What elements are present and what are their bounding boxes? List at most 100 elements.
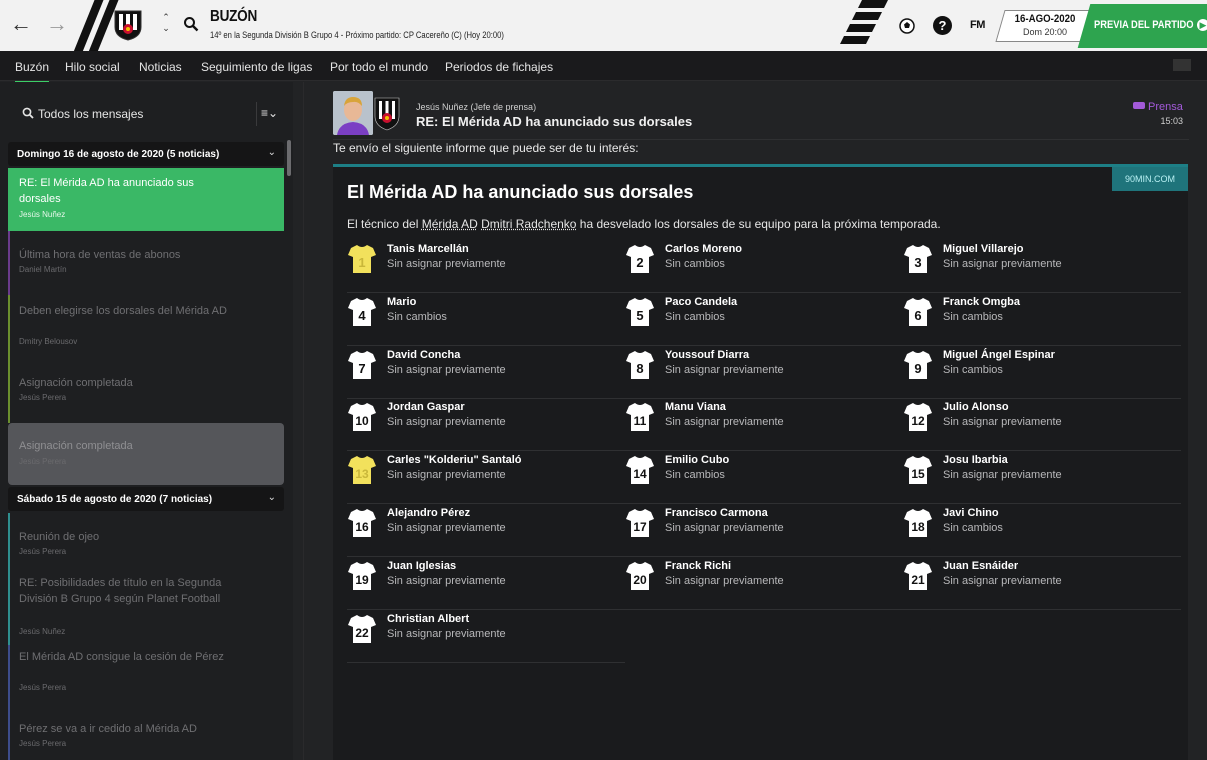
squad-number-entry[interactable]: 4 Mario Sin cambios <box>347 293 625 346</box>
squad-number-entry[interactable]: 20 Franck Richi Sin asignar previamente <box>625 557 903 610</box>
divider <box>333 139 1189 140</box>
player-name[interactable]: Miguel Villarejo <box>943 243 1024 255</box>
message-sender: Jesús Nuñez <box>19 627 66 636</box>
club-crest-icon <box>374 97 400 131</box>
club-status-subtitle: 14º en la Segunda División B Grupo 4 - P… <box>210 30 504 40</box>
squad-number-entry[interactable]: 21 Juan Esnáider Sin asignar previamente <box>903 557 1181 610</box>
tab-buzon[interactable]: Buzón <box>15 60 50 83</box>
number-status: Sin asignar previamente <box>387 469 506 482</box>
player-name[interactable]: Youssouf Diarra <box>665 349 749 361</box>
number-status: Sin asignar previamente <box>665 416 784 429</box>
message-subject: RE: El Mérida AD ha anunciado sus dorsal… <box>416 114 693 129</box>
list-item[interactable]: RE: Posibilidades de título en la Segund… <box>8 565 284 645</box>
shirt-icon: 19 <box>348 561 376 590</box>
player-name[interactable]: Franck Richi <box>665 560 731 572</box>
message-title: Pérez se va a ir cedido al Mérida AD <box>19 723 197 735</box>
forward-arrow-icon[interactable]: → <box>46 12 68 36</box>
squad-number-entry[interactable]: 22 Christian Albert Sin asignar previament… <box>347 610 625 663</box>
ball-icon[interactable] <box>896 15 918 37</box>
squad-number-entry[interactable]: 17 Francisco Carmona Sin asignar previamen… <box>625 504 903 557</box>
tab-periodos-de-fichajes[interactable]: Periodos de fichajes <box>445 60 553 74</box>
shirt-number: 16 <box>355 520 369 534</box>
coach-link[interactable]: Dmitri Radchenko <box>481 217 576 231</box>
day-group-header[interactable]: Domingo 16 de agosto de 2020 (5 noticias… <box>8 142 284 166</box>
player-name[interactable]: Christian Albert <box>387 613 469 625</box>
goalkeeper-shirt-icon: 1 <box>348 245 376 273</box>
squad-number-entry[interactable]: 11 Manu Viana Sin asignar previamente <box>625 398 903 452</box>
subnav-bar: Buzón Hilo social Noticias Seguimiento d… <box>0 51 1207 83</box>
player-name[interactable]: Tanis Marcellán <box>387 243 469 255</box>
squad-number-entry[interactable]: 12 Julio Alonso Sin asignar previamente <box>903 398 1181 452</box>
list-item[interactable]: RE: El Mérida AD ha anunciado sus dorsal… <box>8 168 284 231</box>
squad-number-entry[interactable]: 9 Miguel Ángel Espinar Sin cambios <box>903 346 1181 399</box>
club-link[interactable]: Mérida AD <box>422 217 478 231</box>
squad-number-entry[interactable]: 8 Youssouf Diarra Sin asignar previamente <box>625 346 903 399</box>
lead-text: El técnico del <box>347 217 422 231</box>
back-arrow-icon[interactable]: ← <box>10 12 32 36</box>
number-status: Sin cambios <box>665 310 725 323</box>
player-name[interactable]: Miguel Ángel Espinar <box>943 349 1055 361</box>
squad-number-entry[interactable]: 10 Jordan Gaspar Sin asignar previamente <box>347 398 625 452</box>
list-item[interactable]: Reunión de ojeo Jesús Perera <box>8 513 284 565</box>
player-name[interactable]: Jordan Gaspar <box>387 401 465 413</box>
player-name[interactable]: David Concha <box>387 349 460 361</box>
list-item[interactable]: Deben elegirse los dorsales del Mérida A… <box>8 295 284 367</box>
message-intro: Te envío el siguiente informe que puede … <box>333 141 639 155</box>
squad-number-entry[interactable]: 13 Carles "Kolderiu" Santaló Sin asignar p… <box>347 451 625 505</box>
message-sender-name[interactable]: Jesús Nuñez (Jefe de prensa) <box>416 102 536 112</box>
squad-number-entry[interactable]: 15 Josu Ibarbia Sin asignar previamente <box>903 451 1181 505</box>
player-name[interactable]: Mario <box>387 296 416 308</box>
club-crest-icon[interactable] <box>113 9 143 41</box>
list-item[interactable]: El Mérida AD consigue la cesión de Pérez… <box>8 645 284 711</box>
day-group-header[interactable]: Sábado 15 de agosto de 2020 (7 noticias)… <box>8 487 284 511</box>
player-name[interactable]: Josu Ibarbia <box>943 454 1008 466</box>
squad-number-entry[interactable]: 2 Carlos Moreno Sin cambios <box>625 240 903 293</box>
scrollbar-thumb[interactable] <box>287 140 291 176</box>
player-name[interactable]: Francisco Carmona <box>665 507 768 519</box>
player-name[interactable]: Juan Iglesias <box>387 560 456 572</box>
tab-hilo-social[interactable]: Hilo social <box>65 60 120 74</box>
tab-por-todo-el-mundo[interactable]: Por todo el mundo <box>330 60 428 74</box>
player-name[interactable]: Julio Alonso <box>943 401 1009 413</box>
up-down-switch-icon[interactable]: ⌃ ⌄ <box>159 12 173 34</box>
unread-marker <box>8 711 10 760</box>
goalkeeper-shirt-icon: 13 <box>348 456 376 485</box>
player-name[interactable]: Carles "Kolderiu" Santaló <box>387 454 522 466</box>
shirt-number: 21 <box>911 573 925 587</box>
shirt-number: 22 <box>355 626 369 640</box>
divider <box>303 82 304 760</box>
squad-number-entry[interactable]: 19 Juan Iglesias Sin asignar previamente <box>347 557 625 610</box>
tab-noticias[interactable]: Noticias <box>139 60 182 74</box>
squad-number-entry[interactable]: 14 Emilio Cubo Sin cambios <box>625 451 903 505</box>
player-name[interactable]: Carlos Moreno <box>665 243 742 255</box>
message-sender: Dmitry Belousov <box>19 337 78 346</box>
shirt-number: 15 <box>911 467 925 481</box>
help-icon[interactable]: ? <box>933 16 952 35</box>
squad-number-entry[interactable]: 18 Javi Chino Sin cambios <box>903 504 1181 557</box>
player-name[interactable]: Franck Omgba <box>943 296 1020 308</box>
list-item[interactable]: Asignación completada Jesús Perera <box>8 367 284 423</box>
squad-number-entry[interactable]: 7 David Concha Sin asignar previamente <box>347 346 625 399</box>
squad-number-entry[interactable]: 6 Franck Omgba Sin cambios <box>903 293 1181 346</box>
list-item[interactable]: Pérez se va a ir cedido al Mérida AD Jes… <box>8 711 284 760</box>
squad-number-entry[interactable]: 16 Alejandro Pérez Sin asignar previamente <box>347 504 625 557</box>
squad-number-entry[interactable]: 1 Tanis Marcellán Sin asignar previamente <box>347 240 625 293</box>
player-name[interactable]: Emilio Cubo <box>665 454 729 466</box>
message-filter[interactable]: Todos los mensajes ≡⌄ <box>8 100 283 128</box>
player-name[interactable]: Juan Esnáider <box>943 560 1018 572</box>
player-name[interactable]: Manu Viana <box>665 401 726 413</box>
player-name[interactable]: Paco Candela <box>665 296 737 308</box>
fm-logo[interactable]: FM <box>970 19 985 31</box>
sender-avatar[interactable] <box>333 91 373 135</box>
search-icon[interactable] <box>183 16 199 32</box>
squad-number-entry[interactable]: 3 Miguel Villarejo Sin asignar previamente <box>903 240 1181 293</box>
squad-number-entry[interactable]: 5 Paco Candela Sin cambios <box>625 293 903 346</box>
list-item[interactable]: Asignación completada Jesús Perera <box>8 423 284 485</box>
list-item[interactable]: Última hora de ventas de abonos Daniel M… <box>8 231 284 295</box>
player-name[interactable]: Javi Chino <box>943 507 999 519</box>
sort-menu-icon[interactable]: ≡⌄ <box>261 106 278 120</box>
tab-seguimiento-de-ligas[interactable]: Seguimiento de ligas <box>201 60 312 74</box>
shirt-number: 2 <box>636 255 643 270</box>
player-name[interactable]: Alejandro Pérez <box>387 507 470 519</box>
subnav-menu-button[interactable] <box>1173 59 1191 71</box>
